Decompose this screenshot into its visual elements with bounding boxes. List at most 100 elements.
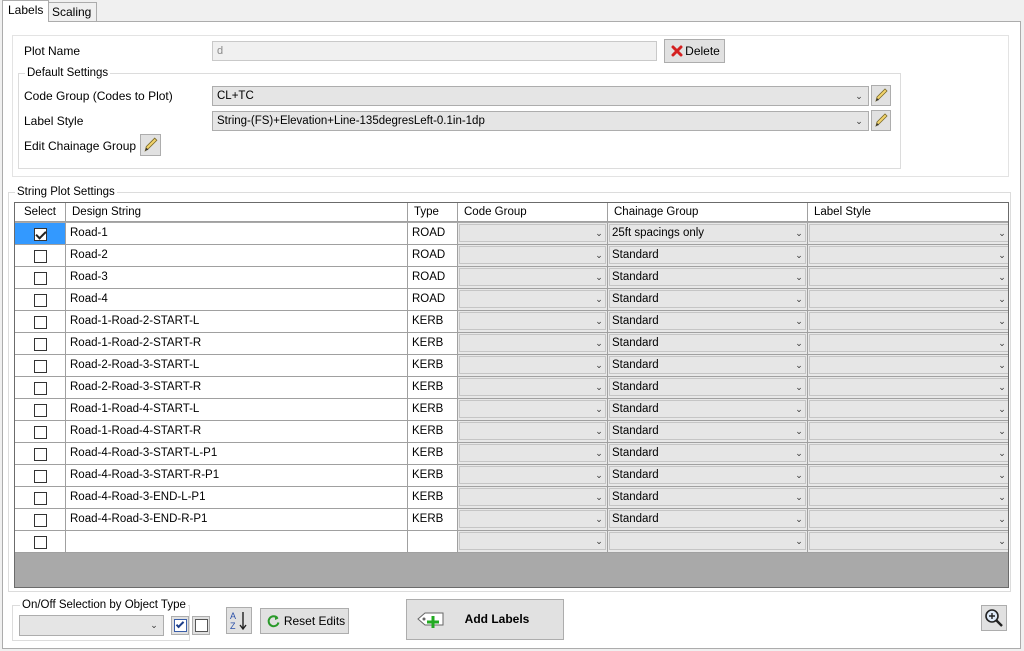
label-style-cell[interactable]: ⌄ — [808, 223, 1008, 245]
chevron-down-icon[interactable]: ⌄ — [996, 312, 1008, 330]
row-select-checkbox[interactable] — [34, 382, 47, 395]
code-group-cell[interactable]: ⌄ — [458, 421, 608, 443]
code-group-cell[interactable]: ⌄ — [458, 465, 608, 487]
column-header-select[interactable]: Select — [15, 203, 66, 222]
chevron-down-icon[interactable]: ⌄ — [593, 246, 605, 264]
chevron-down-icon[interactable]: ⌄ — [793, 290, 805, 308]
chevron-down-icon[interactable]: ⌄ — [996, 510, 1008, 528]
design-string-cell[interactable]: Road-1-Road-4-START-L — [66, 399, 408, 421]
code-group-cell[interactable]: ⌄ — [458, 487, 608, 509]
chevron-down-icon[interactable]: ⌄ — [593, 444, 605, 462]
label-style-cell[interactable]: ⌄ — [808, 509, 1008, 531]
label-style-cell[interactable]: ⌄ — [808, 245, 1008, 267]
label-style-select[interactable]: String-(FS)+Elevation+Line-135degresLeft… — [212, 111, 869, 131]
chevron-down-icon[interactable]: ⌄ — [593, 378, 605, 396]
chevron-down-icon[interactable]: ⌄ — [996, 268, 1008, 286]
chainage-group-cell[interactable]: Standard ⌄ — [608, 245, 808, 267]
chainage-group-cell[interactable]: ⌄ — [608, 531, 808, 553]
code-group-cell[interactable]: ⌄ — [458, 443, 608, 465]
chevron-down-icon[interactable]: ⌄ — [593, 510, 605, 528]
column-header-design-string[interactable]: Design String — [66, 203, 408, 222]
design-string-cell[interactable]: Road-1 — [66, 223, 408, 245]
chevron-down-icon[interactable]: ⌄ — [793, 378, 805, 396]
chevron-down-icon[interactable]: ⌄ — [793, 466, 805, 484]
select-cell[interactable] — [15, 377, 66, 399]
plot-name-field[interactable]: d — [212, 41, 657, 61]
table-row[interactable]: Road-4-Road-3-END-R-P1 KERB ⌄ Standard ⌄ ⌄ — [15, 509, 1008, 531]
select-cell[interactable] — [15, 333, 66, 355]
table-row[interactable]: Road-1-Road-2-START-R KERB ⌄ Standard ⌄ ⌄ — [15, 333, 1008, 355]
chevron-down-icon[interactable]: ⌄ — [996, 466, 1008, 484]
row-select-checkbox[interactable] — [34, 228, 47, 241]
code-group-cell[interactable]: ⌄ — [458, 267, 608, 289]
table-row[interactable]: Road-4 ROAD ⌄ Standard ⌄ ⌄ — [15, 289, 1008, 311]
row-select-checkbox[interactable] — [34, 470, 47, 483]
design-string-cell[interactable]: Road-4 — [66, 289, 408, 311]
design-string-cell[interactable]: Road-1-Road-2-START-R — [66, 333, 408, 355]
chevron-down-icon[interactable]: ⌄ — [996, 224, 1008, 242]
chainage-group-cell[interactable]: Standard ⌄ — [608, 399, 808, 421]
row-select-checkbox[interactable] — [34, 536, 47, 549]
chevron-down-icon[interactable]: ⌄ — [793, 334, 805, 352]
reset-edits-button[interactable]: Reset Edits — [260, 608, 349, 634]
code-group-cell[interactable]: ⌄ — [458, 399, 608, 421]
row-select-checkbox[interactable] — [34, 250, 47, 263]
chevron-down-icon[interactable]: ⌄ — [793, 246, 805, 264]
chainage-group-cell[interactable]: Standard ⌄ — [608, 311, 808, 333]
table-row[interactable]: Road-4-Road-3-END-L-P1 KERB ⌄ Standard ⌄ ⌄ — [15, 487, 1008, 509]
chainage-group-cell[interactable]: Standard ⌄ — [608, 443, 808, 465]
chevron-down-icon[interactable]: ⌄ — [593, 312, 605, 330]
chainage-group-cell[interactable]: 25ft spacings only ⌄ — [608, 223, 808, 245]
code-group-select[interactable]: CL+TC ⌄ — [212, 86, 869, 106]
chevron-down-icon[interactable]: ⌄ — [996, 378, 1008, 396]
chevron-down-icon[interactable]: ⌄ — [793, 444, 805, 462]
table-row[interactable]: Road-1-Road-4-START-R KERB ⌄ Standard ⌄ ⌄ — [15, 421, 1008, 443]
design-string-cell[interactable]: Road-4-Road-3-END-L-P1 — [66, 487, 408, 509]
column-header-label-style[interactable]: Label Style — [808, 203, 1008, 222]
label-style-cell[interactable]: ⌄ — [808, 333, 1008, 355]
label-style-cell[interactable]: ⌄ — [808, 487, 1008, 509]
row-select-checkbox[interactable] — [34, 360, 47, 373]
chainage-group-cell[interactable]: Standard ⌄ — [608, 377, 808, 399]
table-row[interactable]: Road-3 ROAD ⌄ Standard ⌄ ⌄ — [15, 267, 1008, 289]
select-cell[interactable] — [15, 311, 66, 333]
select-cell[interactable] — [15, 487, 66, 509]
chainage-group-cell[interactable]: Standard ⌄ — [608, 487, 808, 509]
chevron-down-icon[interactable]: ⌄ — [996, 488, 1008, 506]
tab-labels[interactable]: Labels — [2, 0, 50, 22]
chevron-down-icon[interactable]: ⌄ — [793, 532, 805, 550]
chevron-down-icon[interactable]: ⌄ — [793, 224, 805, 242]
table-row[interactable]: Road-1 ROAD ⌄ 25ft spacings only ⌄ ⌄ — [15, 223, 1008, 245]
chainage-group-cell[interactable]: Standard ⌄ — [608, 333, 808, 355]
design-string-cell[interactable]: Road-2 — [66, 245, 408, 267]
chevron-down-icon[interactable]: ⌄ — [996, 444, 1008, 462]
column-header-type[interactable]: Type — [408, 203, 458, 222]
row-select-checkbox[interactable] — [34, 448, 47, 461]
select-cell[interactable] — [15, 465, 66, 487]
row-select-checkbox[interactable] — [34, 404, 47, 417]
object-type-select[interactable]: ⌄ — [19, 615, 164, 636]
design-string-cell[interactable]: Road-1-Road-2-START-L — [66, 311, 408, 333]
design-string-cell[interactable]: Road-4-Road-3-START-L-P1 — [66, 443, 408, 465]
chevron-down-icon[interactable]: ⌄ — [996, 532, 1008, 550]
table-row[interactable]: Road-2-Road-3-START-L KERB ⌄ Standard ⌄ ⌄ — [15, 355, 1008, 377]
deselect-all-type-button[interactable] — [192, 616, 210, 635]
code-group-cell[interactable]: ⌄ — [458, 223, 608, 245]
label-style-cell[interactable]: ⌄ — [808, 465, 1008, 487]
select-cell[interactable] — [15, 355, 66, 377]
select-cell[interactable] — [15, 289, 66, 311]
label-style-cell[interactable]: ⌄ — [808, 267, 1008, 289]
chainage-group-cell[interactable]: Standard ⌄ — [608, 421, 808, 443]
add-labels-button[interactable]: Add Labels — [406, 599, 564, 640]
chevron-down-icon[interactable]: ⌄ — [996, 356, 1008, 374]
chevron-down-icon[interactable]: ⌄ — [793, 312, 805, 330]
chevron-down-icon[interactable]: ⌄ — [996, 246, 1008, 264]
select-cell[interactable] — [15, 531, 66, 553]
design-string-cell[interactable]: Road-3 — [66, 267, 408, 289]
edit-label-style-button[interactable] — [871, 110, 891, 131]
code-group-cell[interactable]: ⌄ — [458, 355, 608, 377]
chevron-down-icon[interactable]: ⌄ — [793, 422, 805, 440]
label-style-cell[interactable]: ⌄ — [808, 377, 1008, 399]
code-group-cell[interactable]: ⌄ — [458, 509, 608, 531]
chevron-down-icon[interactable]: ⌄ — [593, 488, 605, 506]
